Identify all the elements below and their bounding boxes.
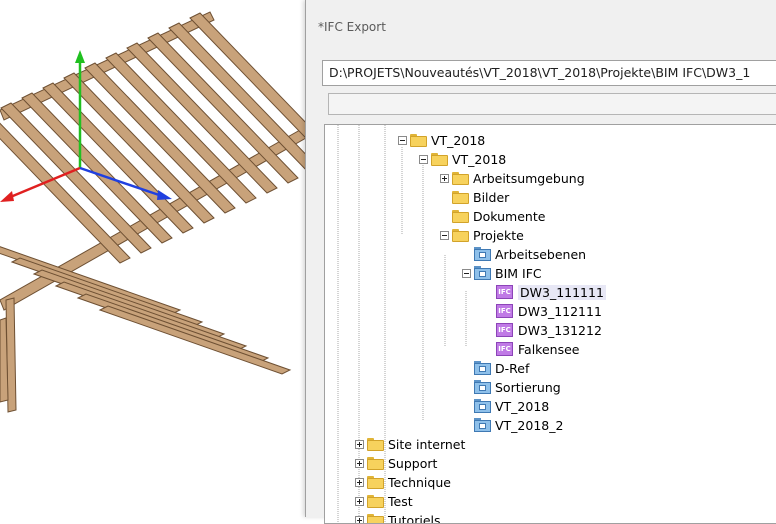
project-folder-icon [474,380,491,394]
expand-icon[interactable] [355,497,364,506]
expand-icon[interactable] [355,478,364,487]
tree-node-projekte[interactable]: Projekte [440,226,524,244]
tree-node-falkensee[interactable]: IFC Falkensee [496,340,579,358]
collapse-icon[interactable] [398,136,407,145]
ifc-export-dialog: *IFC Export D:\PROJETS\Nouveautés\VT_201… [305,0,776,517]
tree-node-vt-2018-project[interactable]: VT_2018 [474,397,549,415]
tree-node-dw3-131212[interactable]: IFC DW3_131212 [496,321,602,339]
tree-node-bim-ifc[interactable]: BIM IFC [462,264,542,282]
rafter [85,63,235,213]
ifc-file-icon: IFC [496,304,513,318]
dialog-title: *IFC Export [318,20,386,34]
tree-node-tutoriels[interactable]: Tutoriels [355,511,441,524]
path-field[interactable]: D:\PROJETS\Nouveautés\VT_2018\VT_2018\Pr… [322,60,776,86]
ifc-file-icon: IFC [496,285,513,299]
folder-icon [452,191,469,204]
rafter [1,103,151,253]
folder-icon [452,210,469,223]
rafter [106,53,256,203]
project-folder-icon [474,266,491,280]
rafter [43,83,193,233]
tree-node-dw3-111111[interactable]: IFC DW3_111111 [496,283,606,301]
project-folder-icon [474,399,491,413]
tree-node-arbeitsumgebung[interactable]: Arbeitsumgebung [440,169,585,187]
timber-roof-model [0,0,310,517]
tree-node-dw3-112111[interactable]: IFC DW3_112111 [496,302,602,320]
expand-icon[interactable] [440,174,449,183]
folder-icon [367,438,384,451]
expand-icon[interactable] [355,459,364,468]
ifc-file-icon: IFC [496,323,513,337]
folder-icon [367,495,384,508]
filter-bar[interactable] [328,93,776,115]
tree-node-test[interactable]: Test [355,492,413,510]
tree-node-arbeitsebenen[interactable]: Arbeitsebenen [474,245,586,263]
tree-node-sortierung[interactable]: Sortierung [474,378,561,396]
folder-icon [431,153,448,166]
tree-node-vt-2018-sub[interactable]: VT_2018 [419,150,506,168]
rafter [64,73,214,223]
collapse-icon[interactable] [419,155,428,164]
rafter [127,43,277,193]
folder-icon [452,229,469,242]
rafter [100,306,290,374]
collapse-icon[interactable] [462,269,471,278]
expand-icon[interactable] [355,440,364,449]
folder-icon [452,172,469,185]
ifc-file-icon: IFC [496,342,513,356]
folder-tree[interactable]: VT_2018 VT_2018 Arbeitsumgebung Bilder D… [324,124,776,524]
tree-node-vt-2018[interactable]: VT_2018 [398,131,485,149]
folder-icon [367,457,384,470]
tree-node-vt-2018-2[interactable]: VT_2018_2 [474,416,563,434]
tree-node-technique[interactable]: Technique [355,473,451,491]
folder-icon [367,476,384,489]
project-folder-icon [474,247,491,261]
tree-node-site-internet[interactable]: Site internet [355,435,465,453]
3d-viewport[interactable] [0,0,310,517]
folder-icon [410,134,427,147]
rafter [148,33,298,183]
collapse-icon[interactable] [440,231,449,240]
project-folder-icon [474,418,491,432]
folder-icon [367,514,384,524]
rafter [22,93,172,243]
project-folder-icon [474,361,491,375]
tree-node-bilder[interactable]: Bilder [452,188,509,206]
tree-node-dokumente[interactable]: Dokumente [452,207,545,225]
tree-node-support[interactable]: Support [355,454,437,472]
post [0,318,8,402]
tree-node-d-ref[interactable]: D-Ref [474,359,529,377]
